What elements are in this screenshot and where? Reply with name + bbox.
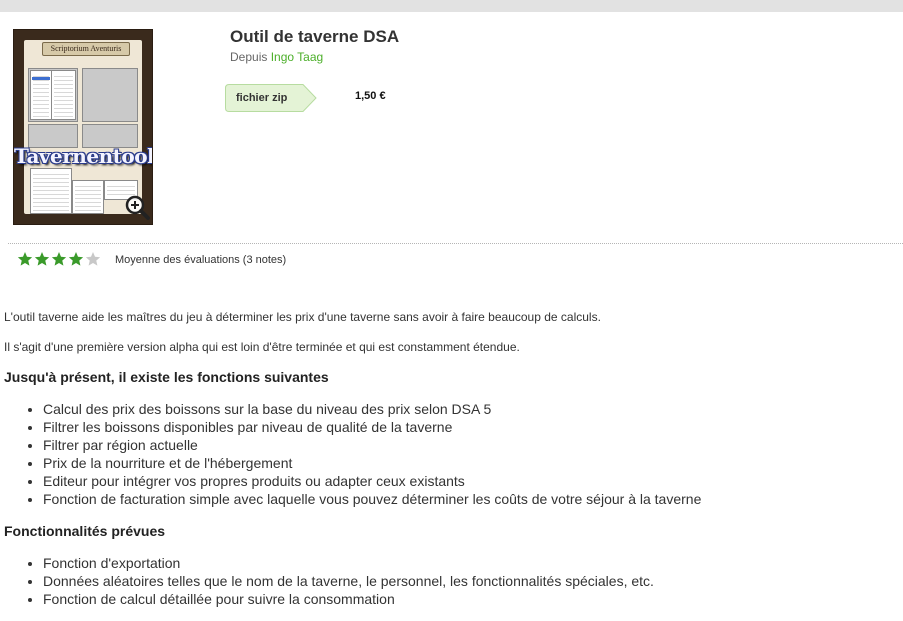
- list-item: Fonction d'exportation: [43, 554, 654, 572]
- list-item: Calcul des prix des boissons sur la base…: [43, 400, 701, 418]
- list-item: Editeur pour intégrer vos propres produi…: [43, 472, 701, 490]
- star-filled-icon: [34, 252, 50, 266]
- price: 1,50 €: [355, 90, 386, 102]
- current-features-list: Calcul des prix des boissons sur la base…: [21, 400, 701, 508]
- author-link[interactable]: Ingo Taag: [271, 50, 324, 64]
- image-banner: Scriptorium Aventuris: [42, 42, 130, 56]
- planned-features-list: Fonction d'exportation Données aléatoire…: [21, 554, 654, 608]
- star-filled-icon: [17, 252, 33, 266]
- zoom-in-icon[interactable]: [124, 194, 150, 220]
- list-item: Filtrer par région actuelle: [43, 436, 701, 454]
- rating-label[interactable]: Moyenne des évaluations (3 notes): [115, 254, 286, 266]
- format-option[interactable]: fichier zip: [225, 84, 317, 112]
- list-item: Prix de la nourriture et de l'hébergemen…: [43, 454, 701, 472]
- product-image[interactable]: Scriptorium Aventuris Tavernentool: [13, 29, 153, 225]
- byline-prefix: Depuis: [230, 50, 268, 64]
- format-label: fichier zip: [236, 92, 288, 104]
- section-heading-planned-features: Fonctionnalités prévues: [4, 523, 166, 539]
- image-parchment: [24, 40, 142, 214]
- star-filled-icon: [68, 252, 84, 266]
- star-empty-icon: [85, 252, 101, 266]
- star-filled-icon: [51, 252, 67, 266]
- image-title: Tavernentool: [14, 144, 153, 168]
- divider: [8, 243, 903, 244]
- image-list: [30, 168, 72, 214]
- list-item: Filtrer les boissons disponibles par niv…: [43, 418, 701, 436]
- byline: Depuis Ingo Taag: [230, 50, 323, 64]
- top-bar: [0, 0, 903, 12]
- product-title: Outil de taverne DSA: [230, 27, 400, 46]
- list-item: Fonction de calcul détaillée pour suivre…: [43, 590, 654, 608]
- list-item: Données aléatoires telles que le nom de …: [43, 572, 654, 590]
- image-panel: [82, 68, 138, 122]
- image-list: [72, 180, 104, 214]
- section-heading-current-features: Jusqu'à présent, il existe les fonctions…: [4, 369, 329, 385]
- image-list: [51, 70, 76, 120]
- description-paragraph: Il s'agit d'une première version alpha q…: [4, 340, 520, 354]
- list-item: Fonction de facturation simple avec laqu…: [43, 490, 701, 508]
- rating-stars[interactable]: [17, 251, 101, 267]
- image-list: [30, 70, 52, 120]
- description-paragraph: L'outil taverne aide les maîtres du jeu …: [4, 310, 601, 324]
